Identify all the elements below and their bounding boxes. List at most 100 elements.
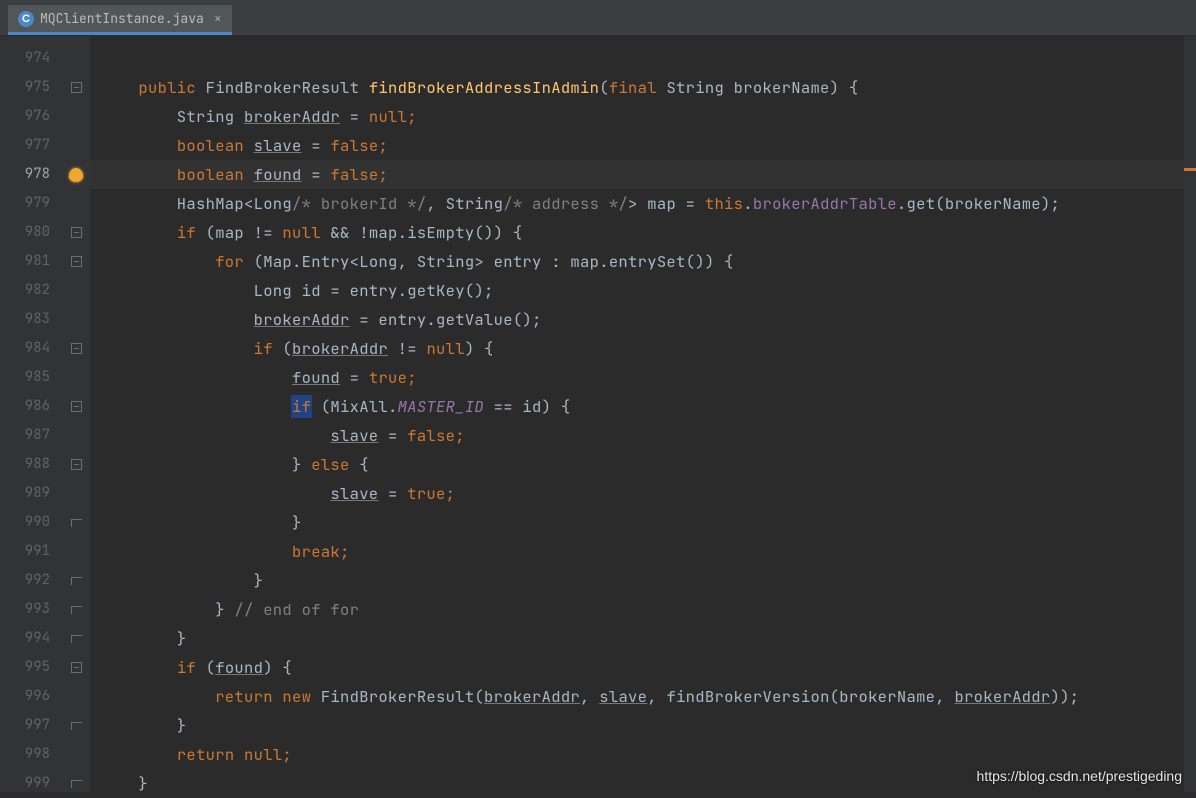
line-number[interactable]: 991 xyxy=(8,537,62,566)
code-line: } xyxy=(90,566,1184,595)
fold-row xyxy=(62,508,90,537)
line-number[interactable]: 984 xyxy=(8,334,62,363)
code-line: public FindBrokerResult findBrokerAddres… xyxy=(90,73,1184,102)
editor: 9749759769779789799809819829839849859869… xyxy=(0,36,1196,792)
line-number[interactable]: 978 xyxy=(8,160,62,189)
class-file-icon: C xyxy=(18,11,34,27)
line-number[interactable]: 982 xyxy=(8,276,62,305)
fold-toggle-icon[interactable] xyxy=(71,256,82,267)
line-number[interactable]: 992 xyxy=(8,566,62,595)
fold-row xyxy=(62,566,90,595)
fold-toggle-icon[interactable] xyxy=(71,82,82,93)
code-line: break; xyxy=(90,537,1184,566)
fold-row xyxy=(62,595,90,624)
code-line: } xyxy=(90,508,1184,537)
code-line: if (MixAll.MASTER_ID == id) { xyxy=(90,392,1184,421)
code-line: found = true; xyxy=(90,363,1184,392)
line-number[interactable]: 994 xyxy=(8,624,62,653)
fold-toggle-icon[interactable] xyxy=(71,343,82,354)
code-line: for (Map.Entry<Long, String> entry : map… xyxy=(90,247,1184,276)
code-line: } // end of for xyxy=(90,595,1184,624)
line-number[interactable]: 997 xyxy=(8,711,62,740)
fold-row xyxy=(62,102,90,131)
fold-end-icon xyxy=(71,519,82,527)
fold-row xyxy=(62,218,90,247)
line-number[interactable]: 996 xyxy=(8,682,62,711)
fold-row xyxy=(62,711,90,740)
line-number[interactable]: 987 xyxy=(8,421,62,450)
line-number[interactable]: 986 xyxy=(8,392,62,421)
code-line: slave = false; xyxy=(90,421,1184,450)
fold-end-icon xyxy=(71,780,82,788)
fold-row xyxy=(62,682,90,711)
fold-row xyxy=(62,131,90,160)
intention-bulb-icon[interactable] xyxy=(69,168,83,182)
fold-row xyxy=(62,276,90,305)
code-line: if (map != null && !map.isEmpty()) { xyxy=(90,218,1184,247)
tab-filename: MQClientInstance.java xyxy=(40,10,204,27)
fold-row xyxy=(62,392,90,421)
fold-column[interactable] xyxy=(62,36,90,792)
line-number[interactable]: 989 xyxy=(8,479,62,508)
fold-end-icon xyxy=(71,722,82,730)
fold-toggle-icon[interactable] xyxy=(71,401,82,412)
fold-row xyxy=(62,537,90,566)
line-number[interactable]: 981 xyxy=(8,247,62,276)
line-number[interactable]: 999 xyxy=(8,769,62,798)
line-number[interactable]: 988 xyxy=(8,450,62,479)
code-area[interactable]: public FindBrokerResult findBrokerAddres… xyxy=(90,36,1184,792)
warning-mark[interactable] xyxy=(1184,168,1196,171)
fold-toggle-icon[interactable] xyxy=(71,662,82,673)
code-line: if (brokerAddr != null) { xyxy=(90,334,1184,363)
line-number[interactable]: 998 xyxy=(8,740,62,769)
fold-toggle-icon[interactable] xyxy=(71,227,82,238)
code-line: } else { xyxy=(90,450,1184,479)
line-number[interactable]: 995 xyxy=(8,653,62,682)
fold-row xyxy=(62,73,90,102)
code-line: brokerAddr = entry.getValue(); xyxy=(90,305,1184,334)
code-line: Long id = entry.getKey(); xyxy=(90,276,1184,305)
line-number[interactable]: 980 xyxy=(8,218,62,247)
right-error-strip[interactable] xyxy=(1184,36,1196,792)
tab-bar: C MQClientInstance.java × xyxy=(0,0,1196,36)
fold-row xyxy=(62,247,90,276)
line-number[interactable]: 993 xyxy=(8,595,62,624)
fold-row xyxy=(62,769,90,798)
line-number[interactable]: 976 xyxy=(8,102,62,131)
fold-row xyxy=(62,624,90,653)
code-line xyxy=(90,44,1184,73)
fold-row xyxy=(62,479,90,508)
line-number[interactable]: 983 xyxy=(8,305,62,334)
code-line: return new FindBrokerResult(brokerAddr, … xyxy=(90,682,1184,711)
fold-row xyxy=(62,160,90,189)
code-line: return null; xyxy=(90,740,1184,769)
fold-row xyxy=(62,653,90,682)
code-line: } xyxy=(90,624,1184,653)
fold-row xyxy=(62,334,90,363)
line-number[interactable]: 974 xyxy=(8,44,62,73)
fold-toggle-icon[interactable] xyxy=(71,459,82,470)
line-number[interactable]: 979 xyxy=(8,189,62,218)
fold-row xyxy=(62,305,90,334)
line-number-gutter[interactable]: 9749759769779789799809819829839849859869… xyxy=(8,36,62,792)
code-line: HashMap<Long/* brokerId */, String/* add… xyxy=(90,189,1184,218)
fold-row xyxy=(62,44,90,73)
line-number[interactable]: 990 xyxy=(8,508,62,537)
fold-row xyxy=(62,740,90,769)
fold-row xyxy=(62,450,90,479)
fold-end-icon xyxy=(71,577,82,585)
line-number[interactable]: 975 xyxy=(8,73,62,102)
code-line: if (found) { xyxy=(90,653,1184,682)
line-number[interactable]: 985 xyxy=(8,363,62,392)
watermark: https://blog.csdn.net/prestigeding xyxy=(977,768,1182,784)
fold-row xyxy=(62,189,90,218)
tab-mqclientinstance[interactable]: C MQClientInstance.java × xyxy=(8,5,232,35)
code-line: String brokerAddr = null; xyxy=(90,102,1184,131)
close-icon[interactable]: × xyxy=(214,10,222,27)
fold-row xyxy=(62,363,90,392)
line-number[interactable]: 977 xyxy=(8,131,62,160)
fold-end-icon xyxy=(71,606,82,614)
code-line-current: boolean found = false; xyxy=(90,160,1184,189)
code-line: slave = true; xyxy=(90,479,1184,508)
left-margin xyxy=(0,36,8,792)
